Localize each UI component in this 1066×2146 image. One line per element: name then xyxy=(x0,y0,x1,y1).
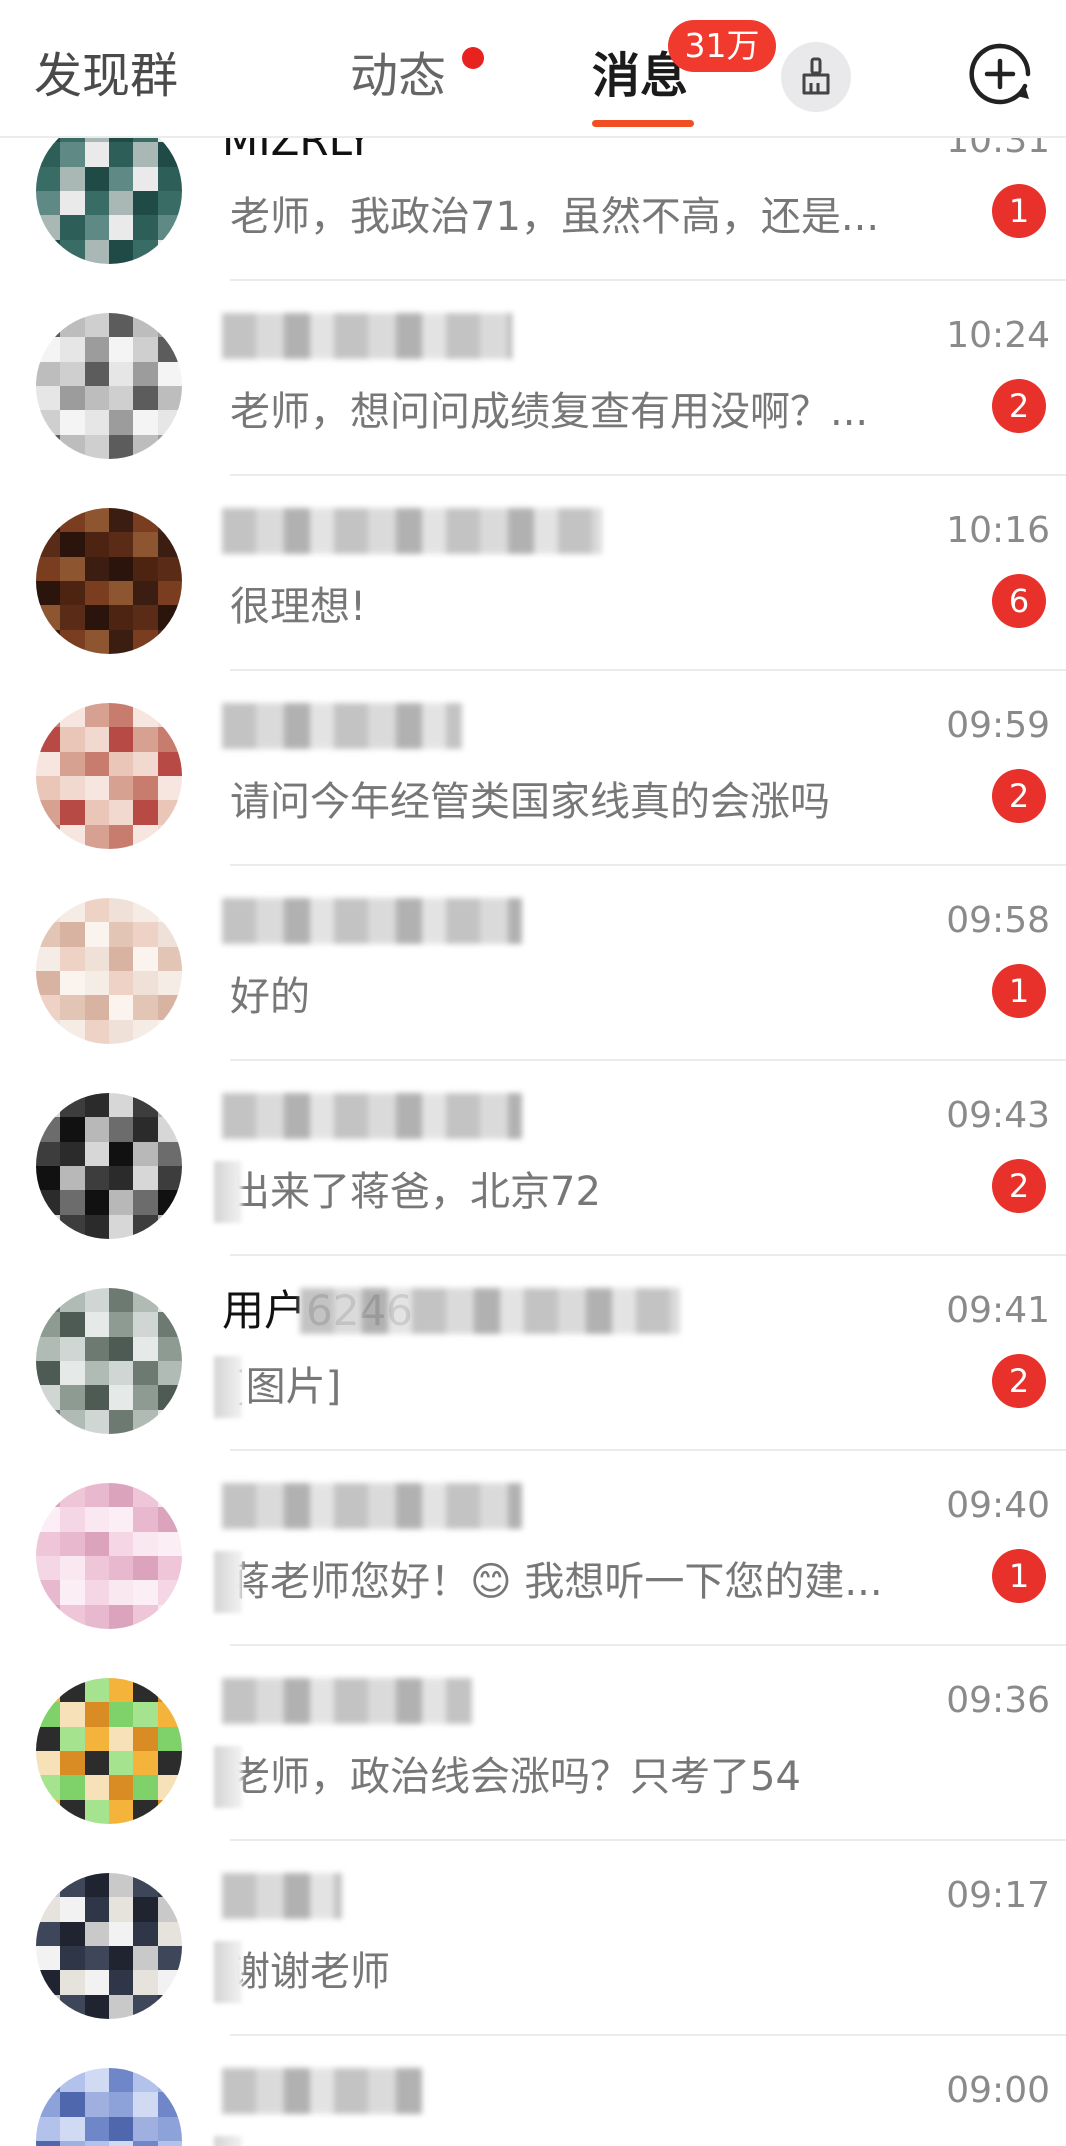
message-preview: 老师，政治线会涨吗？只考了54 xyxy=(230,1754,801,1800)
unread-count-badge: 2 xyxy=(992,1354,1046,1408)
message-time: 10:24 xyxy=(946,315,1050,356)
add-circle-icon xyxy=(969,43,1031,105)
message-time: 09:17 xyxy=(946,1875,1050,1916)
unread-count-badge: 2 xyxy=(992,1159,1046,1213)
name-privacy-blur xyxy=(222,508,602,554)
message-preview xyxy=(230,2134,910,2146)
name-privacy-blur xyxy=(222,1483,522,1529)
message-preview: 出来了蒋爸，北京72 xyxy=(230,1169,601,1215)
unread-count-badge: 2 xyxy=(992,379,1046,433)
preview-privacy-blur xyxy=(214,2136,242,2146)
messages-count-badge: 31万 xyxy=(668,20,776,72)
message-preview: 老师，想问问成绩复查有用没啊？... xyxy=(230,389,869,435)
name-privacy-blur xyxy=(222,313,512,359)
preview-privacy-blur xyxy=(214,1551,242,1613)
message-preview: 请问今年经管类国家线真的会涨吗 xyxy=(230,779,830,825)
conversation-row[interactable]: 用户624609:41[图片]2 xyxy=(0,1256,1066,1451)
name-privacy-blur xyxy=(300,1288,680,1334)
conversation-row[interactable]: 09:17 谢谢老师 xyxy=(0,1841,1066,2036)
avatar[interactable] xyxy=(36,898,182,1044)
conversation-row[interactable]: 09:40 蒋老师您好！😊 我想听一下您的建... 1 xyxy=(0,1451,1066,1646)
avatar[interactable] xyxy=(36,1288,182,1434)
name-privacy-blur xyxy=(222,898,522,944)
conversation-row[interactable]: 09:00 xyxy=(0,2036,1066,2146)
message-time: 09:36 xyxy=(946,1680,1050,1721)
conversation-row[interactable]: 09:36 老师，政治线会涨吗？只考了54 xyxy=(0,1646,1066,1841)
message-time: 09:00 xyxy=(946,2070,1050,2111)
new-message-button[interactable] xyxy=(964,38,1036,110)
name-privacy-blur xyxy=(222,703,462,749)
conversation-row[interactable]: 09:58 好的 1 xyxy=(0,866,1066,1061)
tab-discover-groups[interactable]: 发现群 xyxy=(34,44,178,108)
avatar[interactable] xyxy=(36,1483,182,1629)
avatar[interactable] xyxy=(36,2068,182,2146)
avatar[interactable] xyxy=(36,138,182,264)
avatar[interactable] xyxy=(36,1093,182,1239)
message-preview: 老师，我政治71，虽然不高，还是... xyxy=(230,194,880,240)
preview-privacy-blur xyxy=(214,1356,242,1418)
avatar[interactable] xyxy=(36,703,182,849)
message-time: 10:31 xyxy=(946,138,1050,161)
name-privacy-blur xyxy=(222,1873,342,1919)
unread-count-badge: 6 xyxy=(992,574,1046,628)
unread-count-badge: 2 xyxy=(992,769,1046,823)
conversation-row[interactable]: MIZRLY 10:31 老师，我政治71，虽然不高，还是... 1 xyxy=(0,138,1066,281)
message-preview: 谢谢老师 xyxy=(230,1949,390,1995)
avatar[interactable] xyxy=(36,313,182,459)
tab-feed[interactable]: 动态 xyxy=(350,44,446,108)
avatar[interactable] xyxy=(36,508,182,654)
message-time: 09:40 xyxy=(946,1485,1050,1526)
conversation-row[interactable]: 10:24 老师，想问问成绩复查有用没啊？... 2 xyxy=(0,281,1066,476)
avatar[interactable] xyxy=(36,1678,182,1824)
unread-count-badge: 1 xyxy=(992,184,1046,238)
message-time: 09:58 xyxy=(946,900,1050,941)
feed-new-dot xyxy=(462,47,484,69)
message-preview: 好的 xyxy=(230,974,310,1020)
message-preview: 很理想! xyxy=(230,584,367,630)
message-preview: 蒋老师您好！😊 我想听一下您的建... xyxy=(230,1559,883,1605)
preview-privacy-blur xyxy=(214,1746,242,1808)
broom-icon xyxy=(802,57,830,95)
message-time: 09:41 xyxy=(946,1290,1050,1331)
message-time: 09:43 xyxy=(946,1095,1050,1136)
conversation-row[interactable]: 10:16 很理想! 6 xyxy=(0,476,1066,671)
unread-count-badge: 1 xyxy=(992,1549,1046,1603)
conversation-row[interactable]: 09:59 请问今年经管类国家线真的会涨吗 2 xyxy=(0,671,1066,866)
name-privacy-blur xyxy=(222,1093,522,1139)
name-privacy-blur xyxy=(222,2068,422,2114)
active-tab-indicator xyxy=(592,120,694,127)
clear-unread-button[interactable] xyxy=(781,42,851,112)
message-time: 10:16 xyxy=(946,510,1050,551)
contact-name: MIZRLY xyxy=(222,138,373,165)
name-privacy-blur xyxy=(222,1678,472,1724)
message-preview: [图片] xyxy=(230,1364,342,1410)
unread-count-badge: 1 xyxy=(992,964,1046,1018)
preview-privacy-blur xyxy=(214,1941,242,2003)
conversation-row[interactable]: 09:43 出来了蒋爸，北京72 2 xyxy=(0,1061,1066,1256)
preview-privacy-blur xyxy=(214,1161,242,1223)
top-tab-bar: 发现群 动态 消息 31万 xyxy=(0,0,1066,138)
avatar[interactable] xyxy=(36,1873,182,2019)
conversation-list[interactable]: MIZRLY 10:31 老师，我政治71，虽然不高，还是... 1 10:24 老师，想… xyxy=(0,138,1066,2146)
message-time: 09:59 xyxy=(946,705,1050,746)
